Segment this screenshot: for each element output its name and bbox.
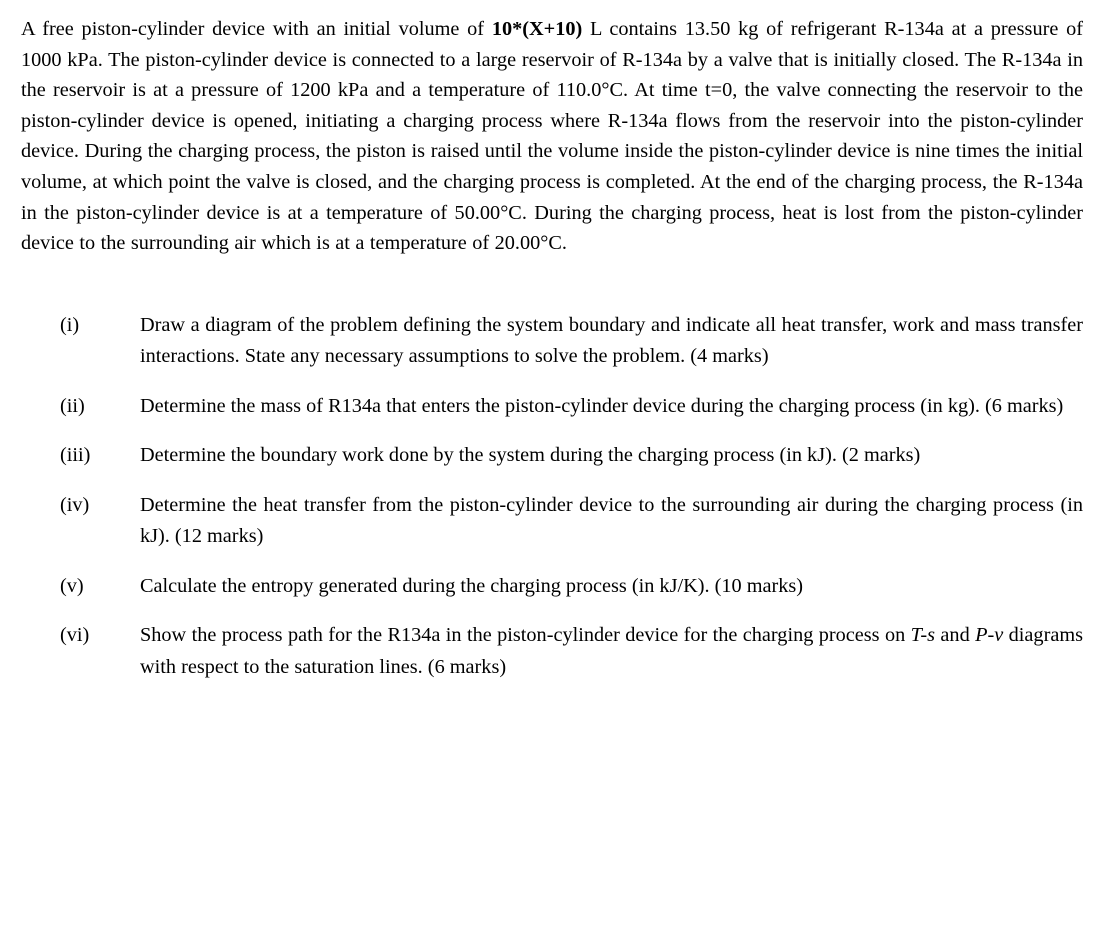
question-item-iv: (iv) Determine the heat transfer from th… xyxy=(21,490,1083,553)
question-vi-text-between: and xyxy=(935,624,976,647)
question-item-iii: (iii) Determine the boundary work done b… xyxy=(21,440,1083,472)
document-page: A free piston-cylinder device with an in… xyxy=(0,0,1104,927)
intro-text-part-2: L contains 13.50 kg of refrigerant R-134… xyxy=(21,18,1083,255)
ts-diagram-label: T-s xyxy=(910,624,936,647)
question-number-i: (i) xyxy=(60,313,80,336)
pv-diagram-label: P-v xyxy=(975,624,1004,647)
intro-bold-variable: 10*(X+10) xyxy=(491,18,583,40)
question-text-iv: Determine the heat transfer from the pis… xyxy=(140,493,1083,548)
question-number-iii: (iii) xyxy=(60,444,91,467)
question-text-v: Calculate the entropy generated during t… xyxy=(140,574,804,597)
question-vi-text-before: Show the process path for the R134a in t… xyxy=(140,624,911,647)
question-item-i: (i) Draw a diagram of the problem defini… xyxy=(21,310,1083,373)
question-text-i: Draw a diagram of the problem defining t… xyxy=(140,313,1083,368)
question-number-ii: (ii) xyxy=(60,394,85,417)
question-text-vi: Show the process path for the R134a in t… xyxy=(140,620,1083,683)
question-item-vi: (vi) Show the process path for the R134a… xyxy=(21,620,1083,683)
question-list: (i) Draw a diagram of the problem defini… xyxy=(21,310,1083,684)
intro-text-part-1: A free piston-cylinder device with an in… xyxy=(21,18,492,40)
problem-statement-paragraph: A free piston-cylinder device with an in… xyxy=(21,14,1083,259)
question-item-ii: (ii) Determine the mass of R134a that en… xyxy=(21,391,1083,423)
question-number-v: (v) xyxy=(60,574,84,597)
question-text-ii: Determine the mass of R134a that enters … xyxy=(140,394,1064,417)
question-text-iii: Determine the boundary work done by the … xyxy=(140,444,921,467)
question-item-v: (v) Calculate the entropy generated duri… xyxy=(21,571,1083,603)
question-number-iv: (iv) xyxy=(60,493,90,516)
question-number-vi: (vi) xyxy=(60,624,90,647)
